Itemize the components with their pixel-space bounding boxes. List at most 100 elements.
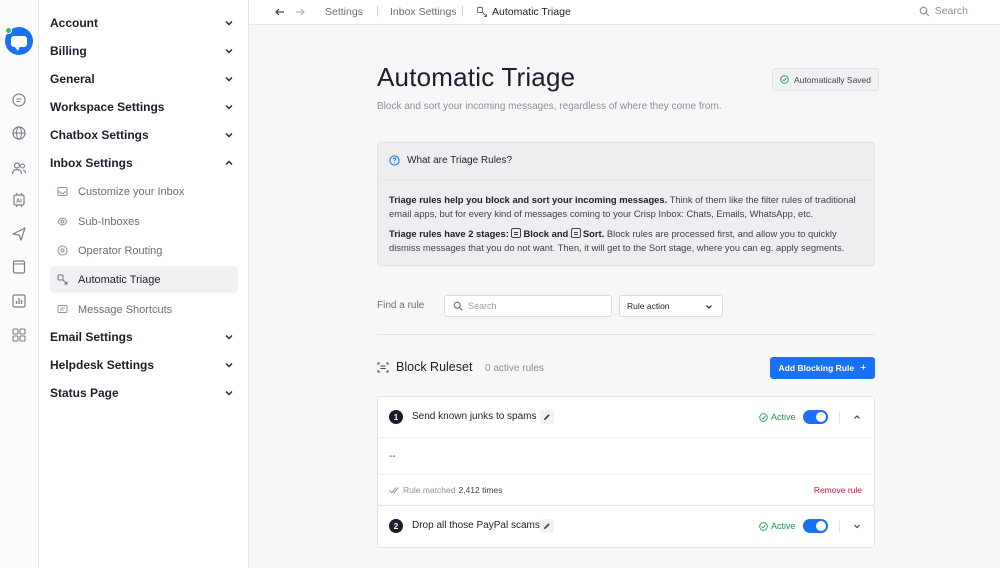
rule-status: Active <box>759 412 796 422</box>
settings-sidebar: Account Billing General Workspace Settin… <box>39 0 249 568</box>
nav-group-label: Inbox Settings <box>50 156 133 170</box>
block-stage-icon <box>511 228 522 238</box>
back-arrow-icon[interactable] <box>274 6 286 18</box>
forward-arrow-icon[interactable] <box>294 6 306 18</box>
chevron-down-icon <box>225 133 233 138</box>
rule-number-badge: 1 <box>389 410 403 424</box>
nav-automatic-triage[interactable]: Automatic Triage <box>50 266 238 293</box>
chevron-down-icon <box>225 391 233 396</box>
chevron-up-icon <box>225 160 233 165</box>
nav-sub-label: Sub-Inboxes <box>78 215 140 228</box>
nav-workspace-settings[interactable]: Workspace Settings <box>50 95 238 119</box>
nav-group-label: Billing <box>50 44 87 58</box>
top-bar: Settings | Inbox Settings | Automatic Tr… <box>249 0 1000 25</box>
info-paragraph-2: Triage rules have 2 stages: Block and So… <box>389 227 869 255</box>
add-button-label: Add Blocking Rule <box>778 363 855 373</box>
rule-match-stats: Rule matched 2,412 times <box>389 485 502 495</box>
nav-group-label: Status Page <box>50 386 119 400</box>
nav-operator-routing[interactable]: Operator Routing <box>50 237 238 264</box>
triage-info-box: What are Triage Rules? Triage rules help… <box>377 142 875 266</box>
chat-icon[interactable] <box>11 92 27 108</box>
ai-icon[interactable]: AI <box>11 192 27 208</box>
global-search[interactable]: Search <box>919 5 968 17</box>
rule-name: Send known junks to spams <box>412 411 537 422</box>
rule-active-toggle[interactable] <box>803 519 828 533</box>
breadcrumb-settings[interactable]: Settings <box>325 6 363 18</box>
routing-icon <box>57 245 68 256</box>
rule-action-select[interactable]: Rule action <box>619 295 723 317</box>
nav-general[interactable]: General <box>50 67 238 91</box>
nav-inbox-settings[interactable]: Inbox Settings <box>50 151 238 175</box>
nav-billing[interactable]: Billing <box>50 39 238 63</box>
nav-account[interactable]: Account <box>50 11 238 35</box>
double-check-icon <box>389 487 399 494</box>
plugins-icon[interactable] <box>11 327 27 343</box>
rule-name: Drop all those PayPal scams <box>412 520 540 531</box>
divider <box>378 437 874 438</box>
nav-message-shortcuts[interactable]: Message Shortcuts <box>50 296 238 323</box>
eye-icon <box>57 216 68 227</box>
check-circle-icon <box>759 521 768 531</box>
contacts-icon[interactable] <box>11 160 27 176</box>
nav-group-label: Chatbox Settings <box>50 128 149 142</box>
globe-icon[interactable] <box>11 125 27 141</box>
breadcrumb-inbox-settings[interactable]: Inbox Settings <box>390 6 457 18</box>
info-heading[interactable]: What are Triage Rules? <box>389 155 512 166</box>
add-blocking-rule-button[interactable]: Add Blocking Rule + <box>770 357 875 379</box>
info-paragraph-1: Triage rules help you block and sort you… <box>389 193 869 221</box>
helpdesk-icon[interactable] <box>11 259 27 275</box>
toggle-knob <box>816 412 826 422</box>
edit-rule-button[interactable] <box>540 519 554 533</box>
question-circle-icon <box>389 155 400 166</box>
chevron-down-icon <box>225 77 233 82</box>
rule-action-label: Rule action <box>627 301 670 311</box>
info-p2-block: Block <box>523 228 549 239</box>
rule-header[interactable]: 1 Send known junks to spams Active <box>378 397 874 437</box>
chevron-up-icon <box>854 415 860 419</box>
app-rail: AI <box>0 0 39 568</box>
pencil-icon <box>544 414 550 420</box>
divider <box>377 334 875 335</box>
nav-sub-label: Operator Routing <box>78 244 163 257</box>
divider <box>378 179 874 180</box>
nav-status-page[interactable]: Status Page <box>50 381 238 405</box>
campaigns-icon[interactable] <box>11 226 27 242</box>
info-p2-sort: Sort. <box>582 228 605 239</box>
nav-chatbox-settings[interactable]: Chatbox Settings <box>50 123 238 147</box>
collapse-button[interactable] <box>852 412 862 422</box>
info-heading-text: What are Triage Rules? <box>407 155 513 166</box>
ruleset-count: 0 active rules <box>485 363 544 374</box>
nav-sub-label: Message Shortcuts <box>78 303 173 316</box>
rule-active-toggle[interactable] <box>803 410 828 424</box>
search-icon <box>919 6 930 16</box>
nav-customize-inbox[interactable]: Customize your Inbox <box>50 178 238 205</box>
pencil-icon <box>544 523 550 529</box>
plus-icon: + <box>860 362 867 374</box>
nav-email-settings[interactable]: Email Settings <box>50 325 238 349</box>
ruleset-title: Block Ruleset <box>396 360 473 374</box>
rule-header[interactable]: 2 Drop all those PayPal scams Active <box>378 506 874 546</box>
breadcrumb-separator: | <box>376 5 379 17</box>
divider <box>839 411 840 423</box>
analytics-icon[interactable] <box>11 293 27 309</box>
saved-status-badge: Automatically Saved <box>772 68 880 91</box>
check-circle-icon <box>759 412 768 422</box>
matched-prefix: Rule matched <box>403 485 456 495</box>
chevron-down-icon <box>225 49 233 54</box>
rule-search-input[interactable]: Search <box>444 295 612 317</box>
nav-group-label: Helpdesk Settings <box>50 358 155 372</box>
remove-rule-button[interactable]: Remove rule <box>814 485 862 495</box>
nav-sub-inboxes[interactable]: Sub-Inboxes <box>50 208 238 235</box>
chevron-down-icon <box>225 105 233 110</box>
triage-icon <box>57 274 68 285</box>
nav-helpdesk-settings[interactable]: Helpdesk Settings <box>50 353 238 377</box>
saved-label: Automatically Saved <box>794 74 872 85</box>
rule-card: 2 Drop all those PayPal scams Active <box>377 505 875 548</box>
chevron-down-icon <box>854 524 860 529</box>
edit-rule-button[interactable] <box>540 410 554 424</box>
matched-count: 2,412 times <box>458 485 503 495</box>
expand-button[interactable] <box>852 521 862 531</box>
page-subtitle: Block and sort your incoming messages, r… <box>377 101 722 112</box>
rule-description: -- <box>389 451 396 462</box>
chevron-down-icon <box>225 335 233 340</box>
